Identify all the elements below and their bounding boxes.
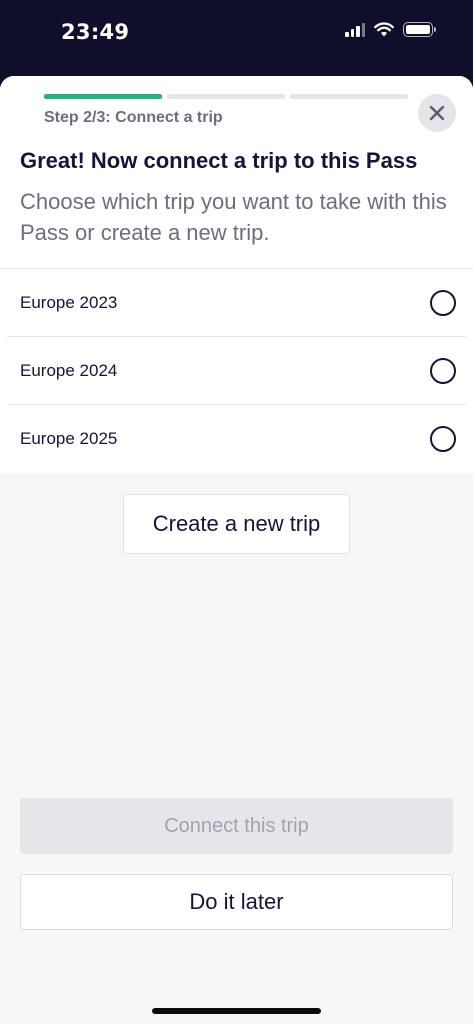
radio-button[interactable] [430, 289, 456, 316]
cellular-signal-icon [345, 22, 365, 37]
status-bar: 23:49 [0, 0, 473, 76]
close-icon [429, 105, 445, 121]
radio-button[interactable] [430, 357, 456, 384]
bottom-sheet: Step 2/3: Connect a trip Great! Now conn… [0, 76, 473, 1024]
trip-label: Europe 2025 [20, 429, 118, 448]
radio-button[interactable] [430, 426, 456, 452]
connect-trip-button[interactable]: Connect this trip [20, 798, 453, 854]
status-time: 23:49 [61, 20, 130, 44]
status-icons [345, 22, 436, 37]
step-progress-bar [44, 94, 408, 99]
do-it-later-button[interactable]: Do it later [20, 874, 453, 930]
trip-option-europe-2024[interactable]: Europe 2024 [7, 337, 466, 405]
sheet-header: Step 2/3: Connect a trip Great! Now conn… [0, 76, 473, 268]
trip-option-europe-2025[interactable]: Europe 2025 [7, 405, 466, 473]
home-indicator [152, 1008, 321, 1014]
page-title: Great! Now connect a trip to this Pass [20, 148, 418, 173]
trip-option-europe-2023[interactable]: Europe 2023 [7, 269, 466, 337]
trip-label: Europe 2024 [20, 360, 118, 380]
close-button[interactable] [418, 94, 456, 132]
trip-label: Europe 2023 [20, 292, 118, 312]
progress-segment-3 [290, 94, 408, 99]
progress-segment-2 [167, 94, 285, 99]
page-subtitle: Choose which trip you want to take with … [20, 189, 447, 245]
battery-icon [403, 22, 436, 37]
create-new-trip-button[interactable]: Create a new trip [123, 494, 350, 554]
wifi-icon [374, 22, 394, 37]
step-label: Step 2/3: Connect a trip [44, 109, 223, 126]
trip-list: Europe 2023 Europe 2024 Europe 2025 [0, 268, 473, 473]
progress-segment-1 [44, 94, 162, 99]
